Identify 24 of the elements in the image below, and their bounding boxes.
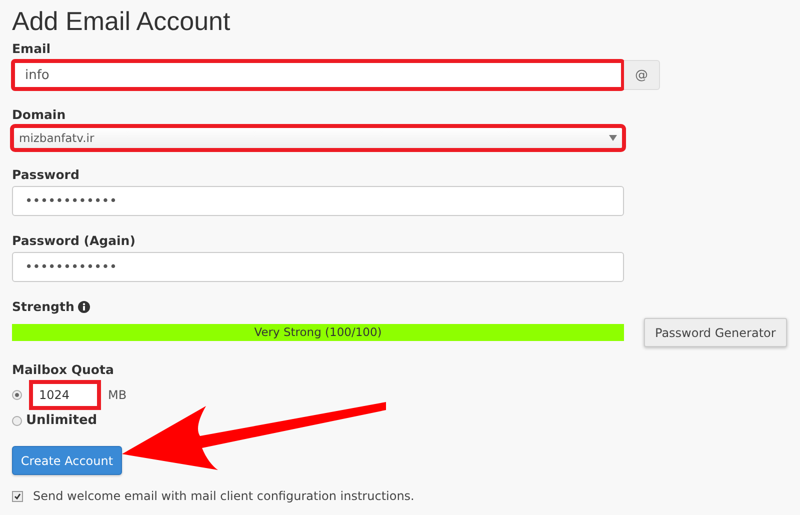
- at-addon: @: [624, 60, 660, 90]
- unit-label: MB: [108, 388, 127, 402]
- strength-reading: Very Strong (100/100): [253, 324, 383, 341]
- field-label: Password (Again): [12, 233, 136, 248]
- text-field[interactable]: ••••••••••••: [12, 252, 624, 282]
- caret-icon: [609, 135, 617, 141]
- info-icon[interactable]: [78, 300, 90, 312]
- field-label: Domain: [12, 107, 66, 122]
- field-label: Email: [12, 41, 51, 56]
- checkbox-label: Send welcome email with mail client configuration instructions.: [33, 489, 414, 503]
- field-label: Strength: [12, 299, 74, 314]
- create-account-button[interactable]: Create Account: [12, 446, 122, 475]
- field-label: Mailbox Quota: [12, 362, 114, 377]
- text-field[interactable]: info: [12, 60, 624, 90]
- text-field[interactable]: ••••••••••••: [12, 186, 624, 216]
- radio-button[interactable]: [12, 390, 22, 400]
- domain-select[interactable]: mizbanfatv.ir: [12, 126, 624, 150]
- password-generator-button[interactable]: Password Generator: [644, 318, 787, 347]
- checkbox[interactable]: [12, 490, 23, 502]
- field-label: Password: [12, 167, 80, 182]
- radio-button[interactable]: [12, 416, 22, 426]
- quota-field[interactable]: 1024: [30, 381, 100, 409]
- page-title: Add Email Account: [12, 6, 232, 37]
- option-label: Unlimited: [26, 413, 98, 428]
